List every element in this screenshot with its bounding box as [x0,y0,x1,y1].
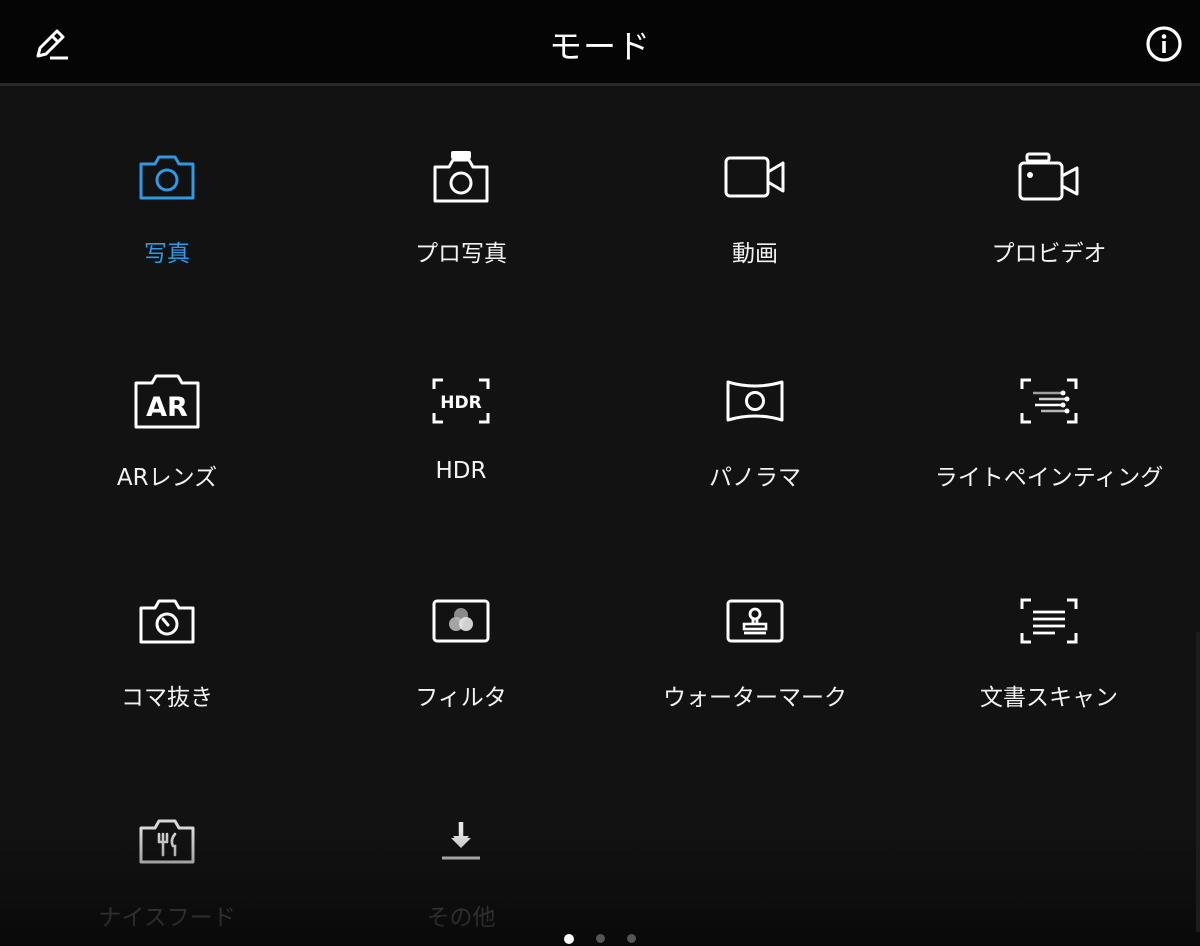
ar-lens-icon: AR [134,374,200,429]
mode-label: その他 [426,905,496,931]
time-lapse-icon [139,599,195,644]
svg-text:HDR: HDR [440,393,481,413]
video-camera-icon [724,156,785,198]
page-indicator [0,934,1200,944]
svg-text:AR: AR [146,392,188,423]
info-button[interactable] [1142,22,1186,66]
filter-icon [432,599,490,643]
mode-label: ウォーターマーク [663,685,847,711]
panorama-icon [726,380,784,422]
watermark-icon [726,599,784,643]
page-title: モード [549,27,651,66]
mode-label: ライトペインティング [934,465,1164,491]
mode-good-food[interactable]: ナイスフード [20,750,314,946]
mode-label: 写真 [144,241,190,267]
mode-pro-photo[interactable]: プロ写真 [314,86,608,286]
camera-mode-screen: モード 写真 プロ写真 動画 プロビデオ AR ARレンズ HDR HDR パノ… [0,0,1200,946]
mode-label: ナイスフード [98,905,236,931]
mode-more[interactable]: その他 [314,750,608,946]
light-painting-icon [1020,378,1078,424]
page-dot-1[interactable] [564,934,574,944]
mode-time-lapse[interactable]: コマ抜き [20,530,314,730]
header-bar: モード [0,0,1200,86]
pro-camera-icon [433,151,489,203]
good-food-icon [139,819,195,864]
page-dot-2[interactable] [596,934,605,943]
mode-label: コマ抜き [121,685,213,711]
mode-panorama[interactable]: パノラマ [608,310,902,510]
mode-ar-lens[interactable]: AR ARレンズ [20,310,314,510]
mode-hdr[interactable]: HDR HDR [314,310,608,510]
mode-watermark[interactable]: ウォーターマーク [608,530,902,730]
pro-video-icon [1018,152,1079,201]
mode-light-painting[interactable]: ライトペインティング [902,310,1196,510]
mode-pro-video[interactable]: プロビデオ [902,86,1196,286]
mode-label: フィルタ [415,685,507,711]
page-dot-3[interactable] [627,934,636,943]
hdr-icon: HDR [432,378,490,424]
mode-label: HDR [435,458,487,484]
mode-label: 動画 [732,241,778,267]
mode-grid: 写真 プロ写真 動画 プロビデオ AR ARレンズ HDR HDR パノラマ ラ… [20,86,1200,946]
mode-photo[interactable]: 写真 [20,86,314,286]
mode-label: 文書スキャン [980,685,1118,711]
mode-label: プロビデオ [991,241,1107,267]
mode-label: パノラマ [709,465,801,491]
camera-icon [139,155,195,200]
scroll-edge [1196,632,1200,932]
mode-label: ARレンズ [116,465,218,491]
mode-label: プロ写真 [415,241,507,267]
download-more-icon [442,822,480,860]
mode-document-scan[interactable]: 文書スキャン [902,530,1196,730]
mode-video[interactable]: 動画 [608,86,902,286]
mode-filter[interactable]: フィルタ [314,530,608,730]
document-scan-icon [1020,598,1078,644]
info-icon [1146,26,1182,62]
